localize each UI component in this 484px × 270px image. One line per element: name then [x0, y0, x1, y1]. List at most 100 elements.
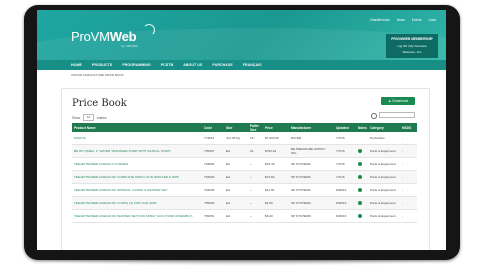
nav-about-us[interactable]: ABOUT US	[183, 63, 202, 67]
nav-francais[interactable]: FRANÇAIS	[243, 63, 262, 67]
site-logo[interactable]: ProVMWeb	[71, 29, 137, 44]
top-link-events[interactable]: Events	[412, 18, 422, 22]
logo-bold-text: Web	[109, 29, 137, 44]
cell-product-name[interactable]: BE HP IQMEA. 2" WATER TRANSFER PUMP WITH…	[72, 144, 202, 158]
cell-product-name[interactable]: MAVIUS	[72, 132, 202, 145]
cell-category: Herbicides	[368, 132, 400, 145]
page-title: Price Book	[72, 98, 127, 109]
entries-label: entries	[96, 115, 107, 120]
main-nav: HOME PRODUCTS PROGRAMMING PCSTB ABOUT US…	[37, 60, 446, 70]
table-body: MAVIUS 774614 3x1.36 Kg 16 $7,590.00 BAYER 7/7…	[72, 132, 417, 223]
table-row[interactable]: BE HP IQMEA. 2" WATER TRANSFER PUMP WITH…	[72, 144, 417, 158]
cell-pallet-size: --	[248, 157, 263, 171]
cell-msds: -	[400, 132, 417, 145]
col-size[interactable]: Size	[224, 123, 248, 132]
price-table: Product Name Code Size Pallet Size Price…	[72, 123, 417, 223]
note-dot-icon[interactable]	[358, 213, 362, 218]
cell-pallet-size: --	[248, 170, 263, 184]
membership-links[interactable]: Log Off | My Overview	[386, 44, 438, 48]
table-row[interactable]: TEEJETTENDER ACEFAN DF SPINDLE, O-RING &…	[72, 183, 417, 197]
col-msds[interactable]: MSDS	[400, 123, 417, 132]
cell-notes	[356, 157, 368, 171]
cell-updated: 7/7/16	[334, 144, 356, 158]
cell-msds: -	[400, 157, 417, 171]
cell-price: $2.06	[263, 196, 289, 210]
download-button[interactable]: ▲ Download	[381, 97, 415, 105]
cell-notes	[356, 196, 368, 210]
note-dot-icon[interactable]	[358, 187, 362, 192]
cell-category: Parts & Equipment	[368, 196, 400, 210]
cell-size: EA	[224, 209, 248, 223]
col-code[interactable]: Code	[202, 123, 224, 132]
membership-title: PROVMWEB MEMBERSHIP	[391, 37, 433, 41]
note-dot-icon[interactable]	[358, 148, 362, 153]
col-manufacturer[interactable]: Manufacturer	[289, 123, 334, 132]
cell-size: EA	[224, 144, 248, 158]
cell-manufacturer: SP SYSTEMS	[289, 170, 334, 184]
cell-manufacturer: SP SYSTEMS	[289, 209, 334, 223]
logo-wifi-icon	[143, 24, 155, 36]
cell-notes	[356, 144, 368, 158]
table-row[interactable]: TEEJETTENDER ACEFAN DF O-RING (2) FOR GU…	[72, 196, 417, 210]
top-link-classified-ads[interactable]: Classified Ads	[370, 18, 390, 22]
membership-welcome: Welcome, Jon	[402, 50, 422, 54]
cell-price: $11.30	[263, 183, 289, 197]
top-link-news[interactable]: News	[397, 18, 405, 22]
cell-code: 765251	[202, 209, 224, 223]
note-dot-icon[interactable]	[358, 200, 362, 205]
nav-products[interactable]: PRODUCTS	[92, 63, 112, 67]
entries-length-control: Show 10 entries	[72, 114, 107, 121]
nav-pcstb[interactable]: PCSTB	[161, 63, 173, 67]
cell-msds: -	[400, 144, 417, 158]
cell-updated: 6/28/16	[334, 183, 356, 197]
cell-product-name[interactable]: TEEJETTENDER ACEFAN DF O-RING (2) FOR GU…	[72, 196, 202, 210]
col-pallet-size[interactable]: Pallet Size	[248, 123, 263, 132]
table-row[interactable]: MAVIUS 774614 3x1.36 Kg 16 $7,590.00 BAYER 7/7…	[72, 132, 417, 145]
price-book-panel: Price Book ▲ Download Show 10 entries Pr…	[61, 88, 430, 250]
cell-product-name[interactable]: TEEJETTENDER ACEFAN DF SPINDLE, O-RING &…	[72, 183, 202, 197]
cell-code: 765226	[202, 196, 224, 210]
cell-product-name[interactable]: TEEJETTENDER ACEFAN DF WASHER SET FOR SP…	[72, 209, 202, 223]
cell-notes	[356, 132, 368, 145]
col-updated[interactable]: Updated	[334, 123, 356, 132]
cell-price: $7,590.00	[263, 132, 289, 145]
col-product-name[interactable]: Product Name	[72, 123, 202, 132]
cell-product-name[interactable]: TEEJETTENDER ACEFAN DF COMPLETE SPRAY GU…	[72, 170, 202, 184]
cell-category: Parts & Equipment	[368, 209, 400, 223]
cell-msds: -	[400, 170, 417, 184]
cell-code: 763030	[202, 170, 224, 184]
nav-home[interactable]: HOME	[71, 63, 82, 67]
nav-programming[interactable]: PROGRAMMING	[122, 63, 151, 67]
cell-code: 763204	[202, 183, 224, 197]
col-category[interactable]: Category	[368, 123, 400, 132]
top-link-links[interactable]: Links	[429, 18, 436, 22]
cell-pallet-size: --	[248, 183, 263, 197]
note-dot-icon[interactable]	[358, 174, 362, 179]
note-dot-icon[interactable]	[358, 161, 362, 166]
search-input[interactable]	[379, 112, 415, 118]
table-row[interactable]: TEEJETTENDER ACEFAN DF WASHER SET FOR SP…	[72, 209, 417, 223]
cell-code: 774614	[202, 132, 224, 145]
cell-msds: -	[400, 196, 417, 210]
cell-manufacturer: BAYER	[289, 132, 334, 145]
cell-updated: 7/7/16	[334, 132, 356, 145]
table-row[interactable]: TEEJETTENDER ACEFAN DF COMPLETE SPRAY GU…	[72, 170, 417, 184]
entries-select[interactable]: 10	[82, 114, 94, 121]
col-notes[interactable]: Notes	[356, 123, 368, 132]
cell-code: 764893	[202, 157, 224, 171]
logo-text: ProVM	[71, 29, 110, 44]
site-header: ProVMWeb by UNIVAR Classified Ads News E…	[37, 10, 446, 88]
cell-pallet-size: --	[248, 196, 263, 210]
cell-size: EA	[224, 183, 248, 197]
table-row[interactable]: TEEJETTENDER ACEFAN CYLINDER 764893 EA -- $3…	[72, 157, 417, 171]
cell-code: 735307	[202, 144, 224, 158]
top-links: Classified Ads News Events Links	[370, 18, 436, 22]
cell-category: Parts & Equipment	[368, 157, 400, 171]
nav-purchase[interactable]: PURCHASE	[212, 63, 232, 67]
cell-size: 3x1.36 Kg	[224, 132, 248, 145]
cell-product-name[interactable]: TEEJETTENDER ACEFAN CYLINDER	[72, 157, 202, 171]
col-price[interactable]: Price	[263, 123, 289, 132]
cell-size: EA	[224, 196, 248, 210]
cell-size: EA	[224, 157, 248, 171]
cell-updated: 7/7/16	[334, 157, 356, 171]
